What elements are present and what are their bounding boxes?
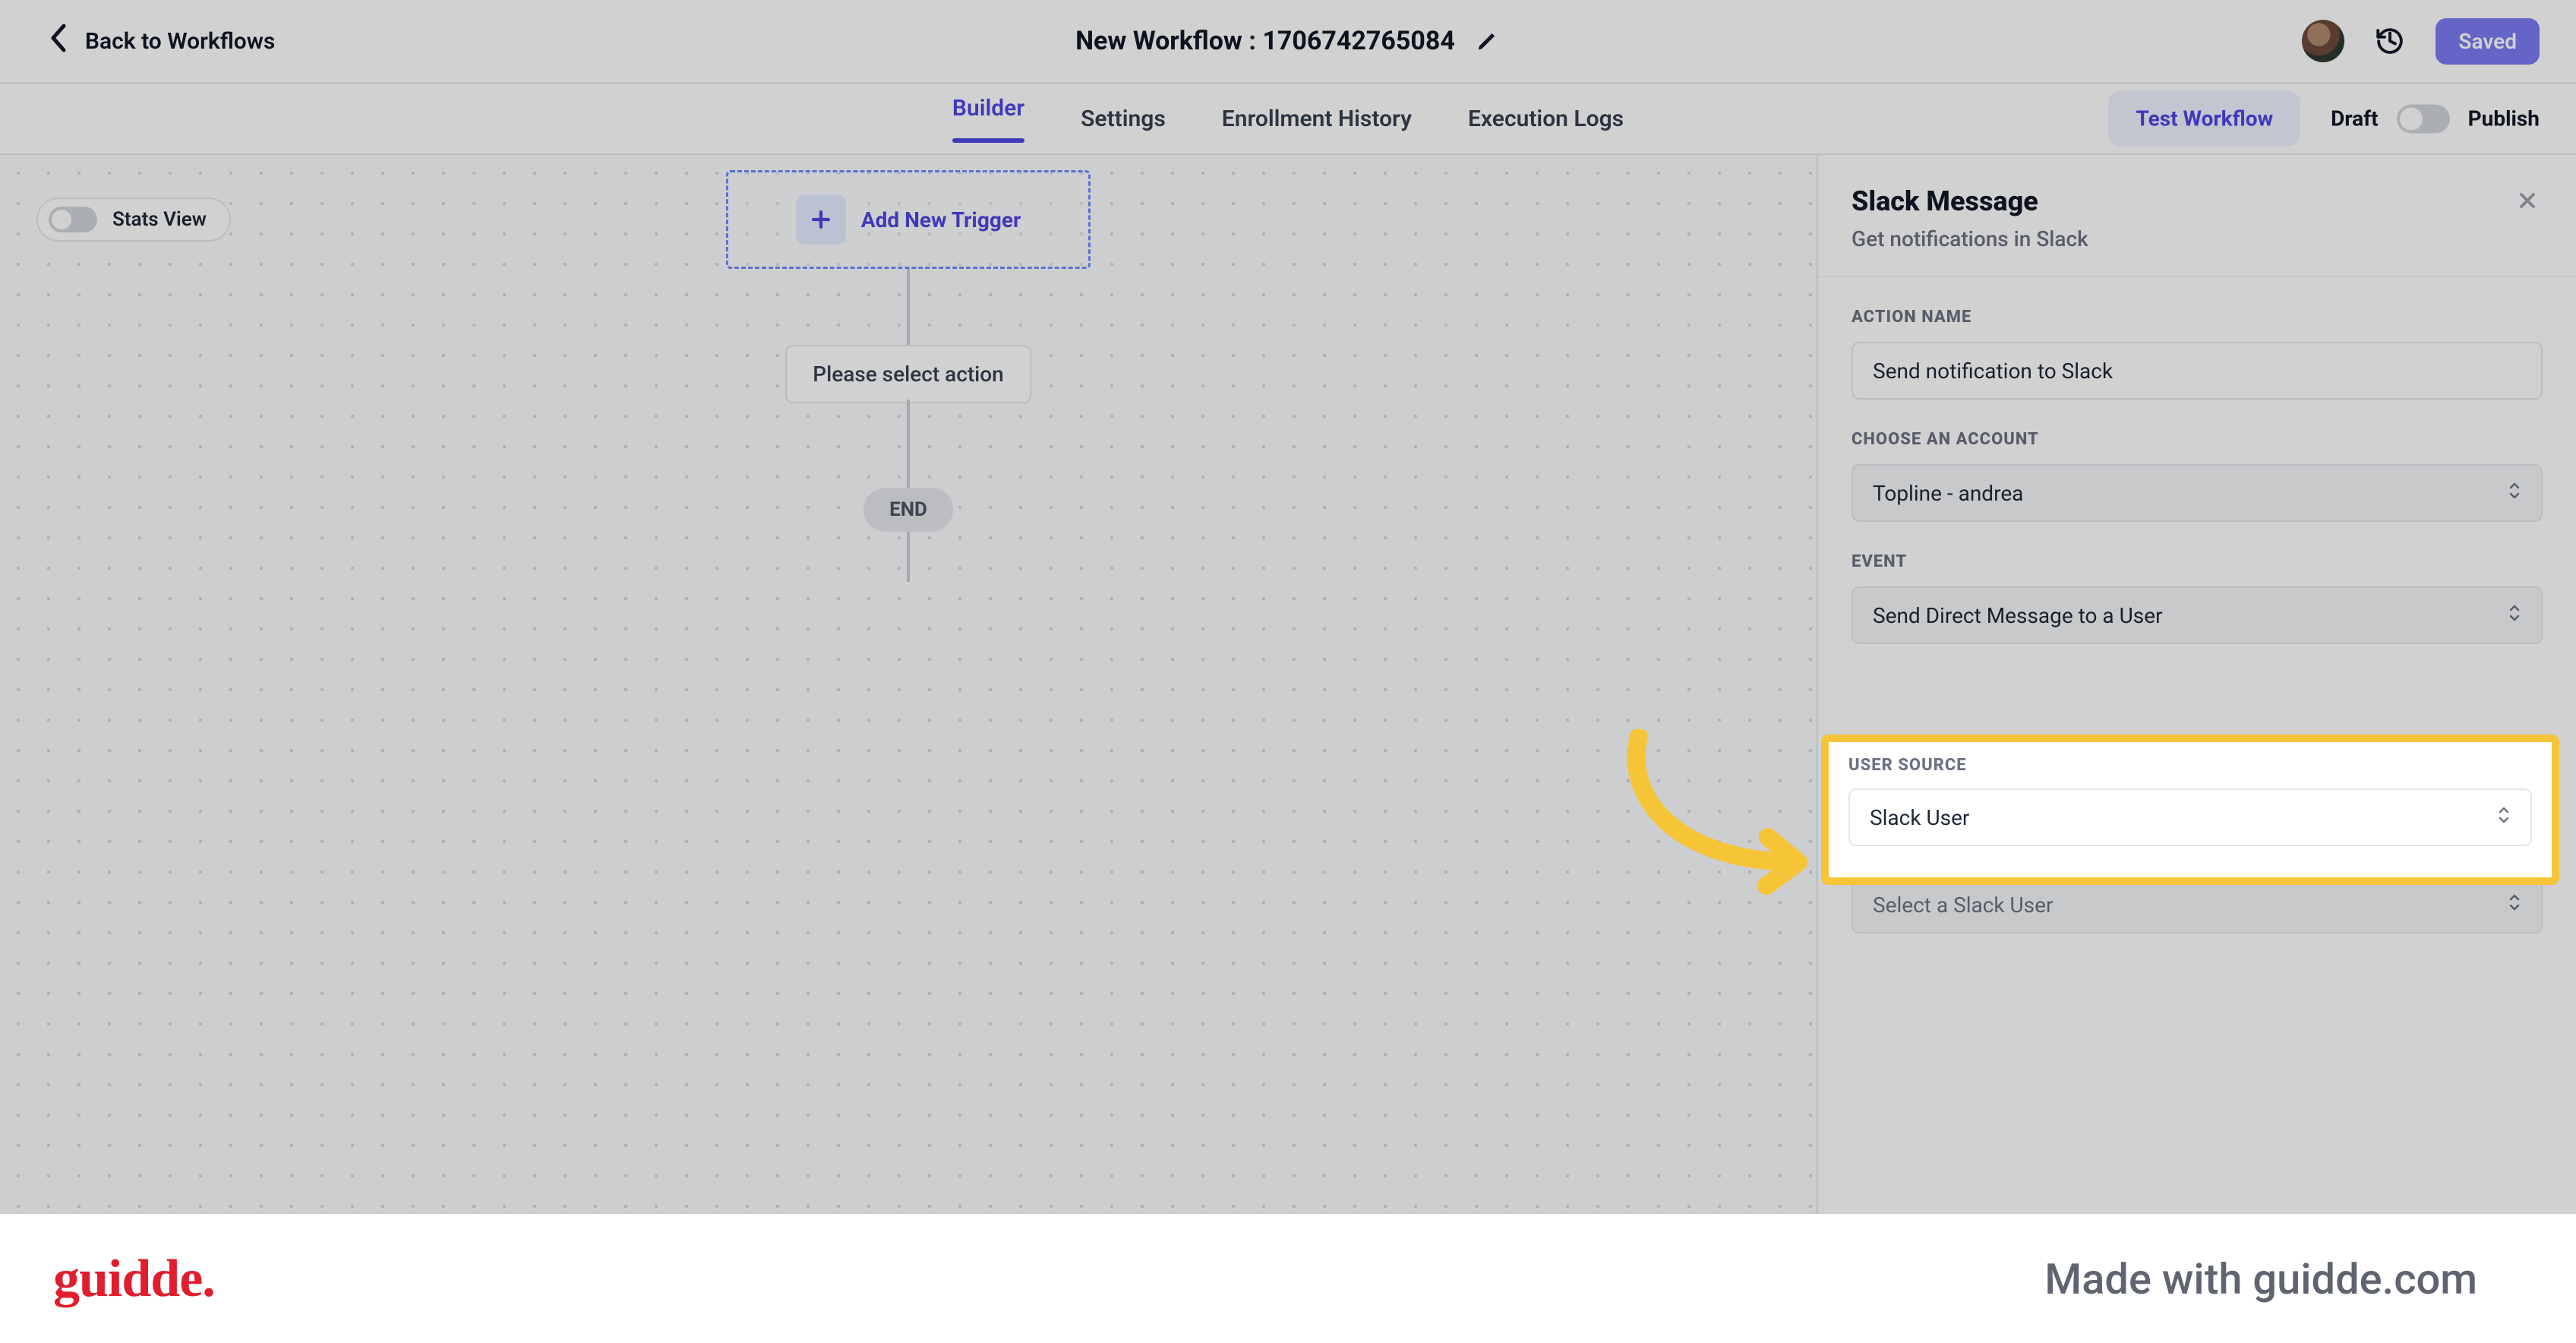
connector-line	[907, 269, 910, 345]
chevron-updown-icon	[2497, 804, 2511, 831]
guidde-logo: guidde.	[53, 1249, 215, 1310]
select-action-label: Please select action	[813, 362, 1004, 387]
tab-execution-logs[interactable]: Execution Logs	[1466, 84, 1625, 153]
add-new-trigger-button[interactable]: Add New Trigger	[726, 170, 1091, 269]
top-bar: Back to Workflows New Workflow : 1706742…	[0, 0, 2576, 84]
choose-account-select[interactable]: Topline - andrea	[1852, 464, 2543, 522]
event-value: Send Direct Message to a User	[1873, 603, 2163, 628]
toggle-icon	[49, 207, 97, 232]
label-action-name: ACTION NAME	[1852, 308, 2543, 327]
select-action-node[interactable]: Please select action	[785, 345, 1031, 403]
draft-label: Draft	[2331, 106, 2378, 131]
tab-builder[interactable]: Builder	[951, 74, 1026, 164]
user-source-value: Slack User	[1870, 805, 1969, 830]
end-node: END	[863, 488, 953, 532]
chevron-left-icon	[49, 23, 68, 59]
publish-toggle[interactable]	[2397, 104, 2450, 133]
panel-subtitle: Get notifications in Slack	[1852, 226, 2512, 251]
stats-view-toggle[interactable]: Stats View	[36, 198, 231, 242]
slack-user-placeholder: Select a Slack User	[1873, 893, 2053, 918]
action-name-value: Send notification to Slack	[1873, 359, 2113, 384]
panel-title: Slack Message	[1852, 185, 2512, 217]
action-name-input[interactable]: Send notification to Slack	[1852, 342, 2543, 400]
label-user-source: USER SOURCE	[1848, 756, 2532, 775]
tab-enrollment-history[interactable]: Enrollment History	[1220, 84, 1413, 153]
chevron-updown-icon	[2508, 892, 2521, 918]
pencil-icon[interactable]	[1473, 27, 1501, 55]
close-icon[interactable]	[2512, 185, 2543, 216]
user-source-select[interactable]: Slack User	[1848, 788, 2532, 846]
end-label: END	[889, 498, 927, 521]
tabs-bar: Builder Settings Enrollment History Exec…	[0, 84, 2576, 155]
history-icon[interactable]	[2372, 23, 2408, 59]
highlight-box: USER SOURCE Slack User	[1821, 735, 2559, 885]
saved-label: Saved	[2458, 29, 2517, 54]
tab-settings[interactable]: Settings	[1079, 84, 1167, 153]
chevron-updown-icon	[2508, 602, 2521, 629]
event-select[interactable]: Send Direct Message to a User	[1852, 586, 2543, 644]
workflow-title-wrap: New Workflow : 1706742765084	[1075, 26, 1501, 56]
account-value: Topline - andrea	[1873, 481, 2023, 506]
back-label: Back to Workflows	[85, 28, 275, 55]
label-choose-account: CHOOSE AN ACCOUNT	[1852, 430, 2543, 449]
publish-label: Publish	[2468, 106, 2540, 131]
chevron-updown-icon	[2508, 480, 2521, 507]
add-trigger-label: Add New Trigger	[861, 207, 1021, 232]
workflow-title: New Workflow : 1706742765084	[1075, 26, 1455, 56]
footer: guidde. Made with guidde.com	[0, 1214, 2576, 1343]
label-event: EVENT	[1852, 552, 2543, 571]
workflow-canvas[interactable]: Stats View Add New Trigger Please select…	[0, 155, 1817, 1343]
test-workflow-button[interactable]: Test Workflow	[2108, 91, 2300, 147]
saved-button[interactable]: Saved	[2436, 18, 2540, 65]
made-with-label: Made with guidde.com	[2044, 1254, 2477, 1304]
test-workflow-label: Test Workflow	[2136, 106, 2273, 131]
panel-header: Slack Message Get notifications in Slack	[1818, 155, 2576, 277]
back-to-workflows-link[interactable]: Back to Workflows	[49, 23, 275, 59]
stats-view-label: Stats View	[112, 208, 207, 231]
avatar[interactable]	[2302, 20, 2344, 62]
plus-icon	[796, 194, 846, 245]
